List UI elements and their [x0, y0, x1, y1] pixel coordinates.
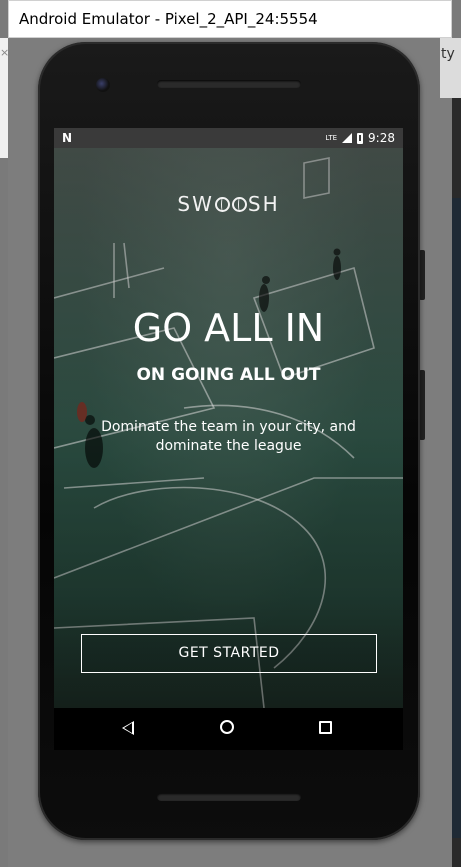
- back-icon[interactable]: [122, 721, 134, 735]
- navigation-bar: [54, 708, 403, 750]
- front-camera-icon: [96, 78, 110, 92]
- description: Dominate the team in your city, and domi…: [101, 419, 356, 454]
- background-window-text: ty: [441, 46, 455, 62]
- lte-label: LTE: [325, 134, 338, 142]
- status-bar: N LTE 9:28: [54, 128, 403, 148]
- phone-screen: N LTE 9:28 SW SH GO ALL IN ON GOING ALL O…: [54, 128, 403, 708]
- basketball-logo-icon: [214, 197, 230, 212]
- emulator-titlebar[interactable]: Android Emulator - Pixel_2_API_24:5554: [8, 0, 452, 38]
- subheadline: ON GOING ALL OUT: [136, 365, 321, 385]
- battery-icon: [357, 132, 364, 144]
- get-started-button[interactable]: GET STARTED: [81, 634, 377, 673]
- logo-text-prefix: SW: [177, 192, 214, 216]
- background-window-right-dark: [452, 198, 461, 838]
- signal-icon: [342, 133, 353, 143]
- logo-text-suffix: SH: [247, 192, 280, 216]
- recents-icon[interactable]: [319, 721, 332, 734]
- status-time: 9:28: [368, 131, 395, 145]
- app-logo: SW SH: [54, 192, 403, 216]
- top-speaker: [157, 80, 301, 88]
- bottom-speaker: [157, 793, 301, 801]
- headline: GO ALL IN: [132, 306, 325, 350]
- background-window-close-icon: ×: [0, 46, 10, 59]
- notification-icon: N: [62, 131, 73, 145]
- basketball-logo-icon: [231, 197, 247, 212]
- home-icon[interactable]: [220, 720, 234, 734]
- emulator-title: Android Emulator - Pixel_2_API_24:5554: [19, 10, 318, 28]
